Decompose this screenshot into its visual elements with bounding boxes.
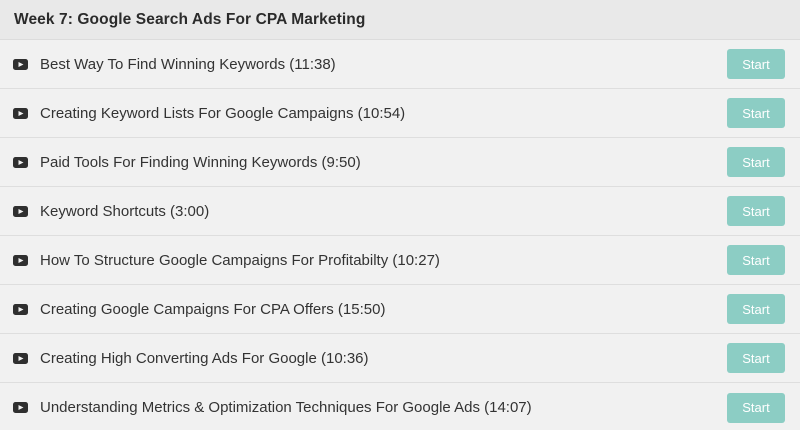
- lecture-title[interactable]: Best Way To Find Winning Keywords (11:38…: [40, 56, 727, 73]
- lecture-item[interactable]: Best Way To Find Winning Keywords (11:38…: [0, 40, 800, 89]
- video-play-icon: [13, 156, 28, 168]
- start-button[interactable]: Start: [727, 294, 785, 324]
- lecture-item[interactable]: Keyword Shortcuts (3:00) Start: [0, 187, 800, 236]
- start-button[interactable]: Start: [727, 392, 785, 423]
- lecture-title[interactable]: How To Structure Google Campaigns For Pr…: [40, 252, 727, 269]
- section-header: Week 7: Google Search Ads For CPA Market…: [0, 0, 800, 40]
- lecture-list: Best Way To Find Winning Keywords (11:38…: [0, 40, 800, 430]
- lecture-title[interactable]: Keyword Shortcuts (3:00): [40, 203, 727, 220]
- start-button[interactable]: Start: [727, 147, 785, 177]
- lecture-item[interactable]: Paid Tools For Finding Winning Keywords …: [0, 138, 800, 187]
- lecture-item[interactable]: Creating High Converting Ads For Google …: [0, 334, 800, 383]
- video-play-icon: [13, 205, 28, 217]
- video-play-icon: [13, 107, 28, 119]
- lecture-title[interactable]: Creating Keyword Lists For Google Campai…: [40, 105, 727, 122]
- video-play-icon: [13, 402, 28, 413]
- start-button[interactable]: Start: [727, 196, 785, 226]
- lecture-title[interactable]: Understanding Metrics & Optimization Tec…: [40, 399, 727, 416]
- lecture-title[interactable]: Paid Tools For Finding Winning Keywords …: [40, 154, 727, 171]
- lecture-item[interactable]: Creating Keyword Lists For Google Campai…: [0, 89, 800, 138]
- lecture-item[interactable]: How To Structure Google Campaigns For Pr…: [0, 236, 800, 285]
- start-button[interactable]: Start: [727, 245, 785, 275]
- lecture-title[interactable]: Creating High Converting Ads For Google …: [40, 350, 727, 367]
- lecture-item[interactable]: Creating Google Campaigns For CPA Offers…: [0, 285, 800, 334]
- start-button[interactable]: Start: [727, 49, 785, 79]
- video-play-icon: [13, 303, 28, 315]
- video-play-icon: [13, 352, 28, 364]
- course-section: Week 7: Google Search Ads For CPA Market…: [0, 0, 800, 430]
- lecture-item[interactable]: Understanding Metrics & Optimization Tec…: [0, 383, 800, 430]
- video-play-icon: [13, 58, 28, 70]
- start-button[interactable]: Start: [727, 343, 785, 373]
- start-button[interactable]: Start: [727, 98, 785, 128]
- section-title: Week 7: Google Search Ads For CPA Market…: [14, 10, 366, 28]
- lecture-title[interactable]: Creating Google Campaigns For CPA Offers…: [40, 301, 727, 318]
- video-play-icon: [13, 254, 28, 266]
